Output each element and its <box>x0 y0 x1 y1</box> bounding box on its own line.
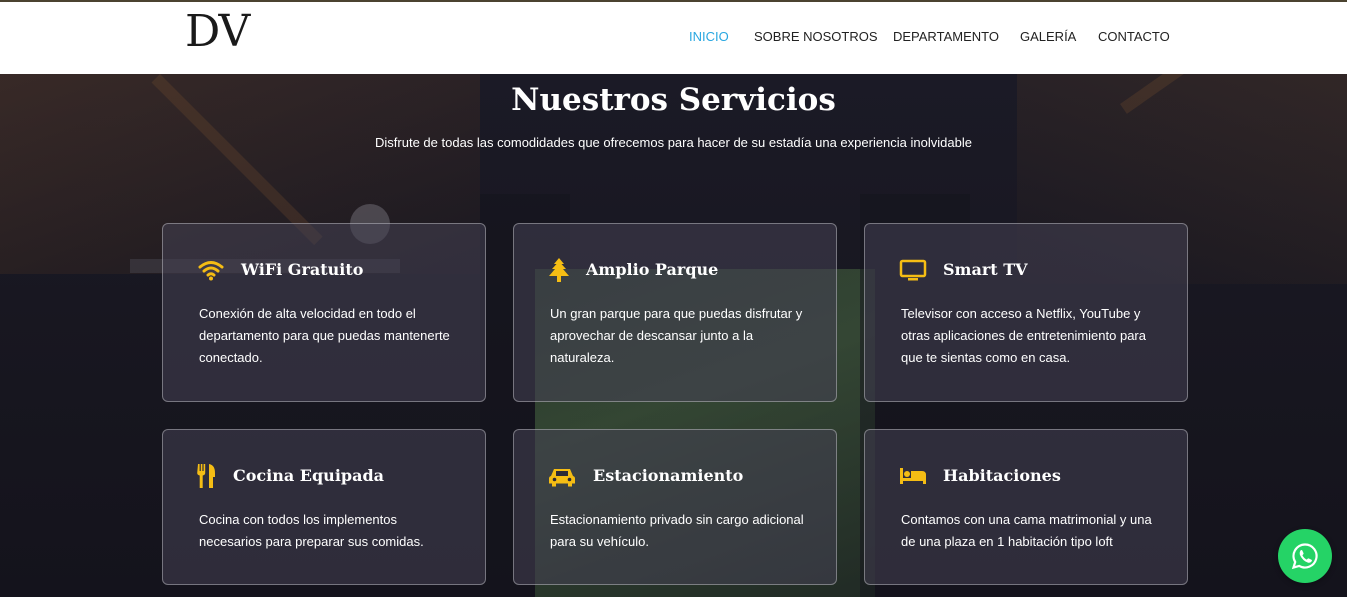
service-card-parque: Amplio Parque Un gran parque para que pu… <box>513 223 837 402</box>
service-description: Estacionamiento privado sin cargo adicio… <box>550 512 804 549</box>
service-card-habitaciones: Habitaciones Contamos con una cama matri… <box>864 429 1188 585</box>
service-description: Contamos con una cama matrimonial y una … <box>901 512 1152 549</box>
section-title: Nuestros Servicios <box>511 82 836 118</box>
service-title: Smart TV <box>943 260 1028 279</box>
wifi-icon <box>197 258 225 282</box>
service-description: Cocina con todos los implementos necesar… <box>199 512 424 549</box>
service-title: Cocina Equipada <box>233 466 384 485</box>
service-card-cocina: Cocina Equipada Cocina con todos los imp… <box>162 429 486 585</box>
bed-icon <box>899 464 927 488</box>
nav-item-departamento[interactable]: DEPARTAMENTO <box>893 29 999 44</box>
nav-item-sobre-nosotros[interactable]: SOBRE NOSOTROS <box>754 29 878 44</box>
service-description: Conexión de alta velocidad en todo el de… <box>199 306 450 365</box>
nav-item-inicio[interactable]: INICIO <box>689 29 729 44</box>
service-title: WiFi Gratuito <box>241 260 364 279</box>
service-card-wifi: WiFi Gratuito Conexión de alta velocidad… <box>162 223 486 402</box>
tree-icon <box>548 258 570 282</box>
tv-icon <box>899 258 927 282</box>
service-title: Habitaciones <box>943 466 1061 485</box>
nav-item-galeria[interactable]: GALERÍA <box>1020 29 1076 44</box>
service-description: Televisor con acceso a Netflix, YouTube … <box>901 306 1146 365</box>
logo[interactable]: DV <box>185 6 250 58</box>
nav-item-contacto[interactable]: CONTACTO <box>1098 29 1170 44</box>
service-title: Amplio Parque <box>586 260 719 279</box>
service-card-estacionamiento: Estacionamiento Estacionamiento privado … <box>513 429 837 585</box>
whatsapp-icon <box>1291 543 1318 570</box>
service-title: Estacionamiento <box>593 466 744 485</box>
car-icon <box>548 464 576 488</box>
section-subtitle: Disfrute de todas las comodidades que of… <box>375 135 972 150</box>
service-description: Un gran parque para que puedas disfrutar… <box>550 306 803 365</box>
navbar: DV INICIO SOBRE NOSOTROS DEPARTAMENTO GA… <box>0 2 1347 74</box>
whatsapp-button[interactable] <box>1278 529 1332 583</box>
utensils-icon <box>197 464 217 488</box>
service-card-smart-tv: Smart TV Televisor con acceso a Netflix,… <box>864 223 1188 402</box>
